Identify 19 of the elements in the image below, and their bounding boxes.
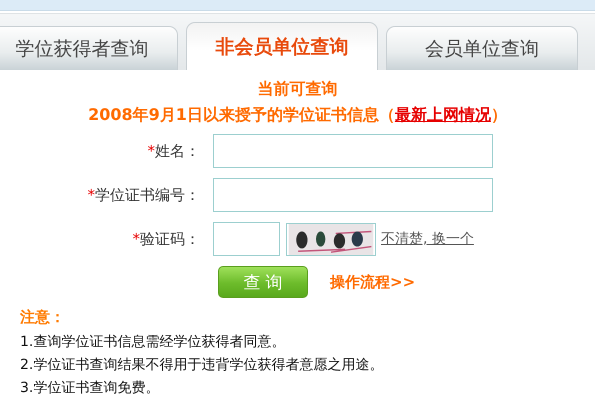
heading-subtitle: 2008年9月1日以来授予的学位证书信息（ xyxy=(88,105,395,124)
note-item: 1.查询学位证书信息需经学位获得者同意。 xyxy=(20,333,286,352)
refresh-captcha-link[interactable]: 不清楚, 换一个 xyxy=(381,230,474,248)
field-label: *学位证书编号： xyxy=(86,186,200,204)
latest-status-link[interactable]: 最新上网情况 xyxy=(394,105,491,124)
input-field[interactable] xyxy=(213,134,493,168)
note-item: 2.学位证书查询结果不得用于违背学位获得者意愿之用途。 xyxy=(20,356,384,375)
input-field[interactable] xyxy=(213,178,493,212)
closing-parenthesis: ） xyxy=(490,105,507,124)
tab[interactable]: 非会员单位查询 xyxy=(186,22,378,70)
notes-title: 注意： xyxy=(20,308,66,327)
tab[interactable]: 会员单位查询 xyxy=(386,26,578,70)
captcha-field[interactable] xyxy=(213,222,280,256)
note-item: 3.学位证书查询免费。 xyxy=(20,379,160,398)
field-label: *验证码： xyxy=(132,230,200,248)
field-label: *姓名： xyxy=(146,142,200,160)
heading-title: 当前可查询 xyxy=(256,78,338,100)
process-link[interactable]: 操作流程>> xyxy=(330,272,416,292)
tab[interactable]: 学位获得者查询 xyxy=(0,26,178,70)
